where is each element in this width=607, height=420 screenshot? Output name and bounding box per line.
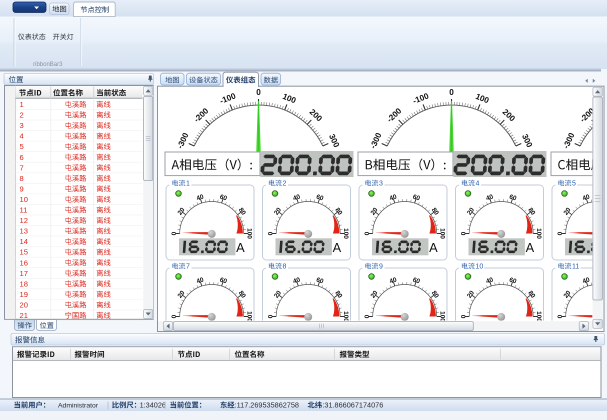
svg-text:11: 11 — [572, 264, 579, 271]
svg-text:2: 2 — [283, 181, 287, 188]
svg-text:14: 14 — [20, 237, 28, 246]
svg-text:12: 12 — [20, 216, 28, 225]
svg-text:10: 10 — [476, 264, 484, 271]
svg-text:5: 5 — [572, 181, 576, 188]
svg-text:5: 5 — [20, 142, 24, 151]
svg-text:9: 9 — [379, 264, 383, 271]
svg-text:7: 7 — [186, 264, 190, 271]
svg-text:20: 20 — [20, 300, 28, 309]
svg-text:6: 6 — [20, 153, 24, 162]
svg-text:Administrator: Administrator — [58, 403, 99, 410]
svg-text:A: A — [429, 240, 438, 255]
svg-text:21: 21 — [20, 311, 28, 320]
svg-text:10: 10 — [20, 195, 28, 204]
svg-text:4: 4 — [476, 181, 480, 188]
svg-text:15: 15 — [20, 248, 28, 257]
svg-text::31.866067174076: :31.866067174076 — [322, 401, 383, 410]
svg-text:16: 16 — [20, 258, 28, 267]
svg-text:3: 3 — [20, 121, 24, 130]
svg-text:A: A — [526, 240, 535, 255]
svg-text:3: 3 — [379, 181, 383, 188]
svg-text:0: 0 — [256, 88, 261, 97]
svg-text:19: 19 — [20, 290, 28, 299]
svg-text:9: 9 — [20, 184, 24, 193]
svg-text:A: A — [236, 240, 245, 255]
svg-text:8: 8 — [283, 264, 287, 271]
svg-text:7: 7 — [20, 163, 24, 172]
svg-text:A: A — [333, 240, 342, 255]
svg-text:4: 4 — [20, 132, 24, 141]
svg-text:1: 1 — [186, 181, 190, 188]
svg-text:11: 11 — [20, 206, 28, 215]
svg-text:13: 13 — [20, 227, 28, 236]
svg-text:ribbonBar3: ribbonBar3 — [33, 62, 63, 68]
svg-text:17: 17 — [20, 269, 28, 278]
svg-text:8: 8 — [20, 174, 24, 183]
svg-text:18: 18 — [20, 279, 28, 288]
svg-text:0: 0 — [449, 88, 454, 97]
svg-text:2: 2 — [20, 111, 24, 120]
svg-text::117.269535862758: :117.269535862758 — [235, 401, 299, 410]
svg-text:1: 1 — [20, 100, 24, 109]
svg-text:1:34026: 1:34026 — [140, 401, 166, 410]
